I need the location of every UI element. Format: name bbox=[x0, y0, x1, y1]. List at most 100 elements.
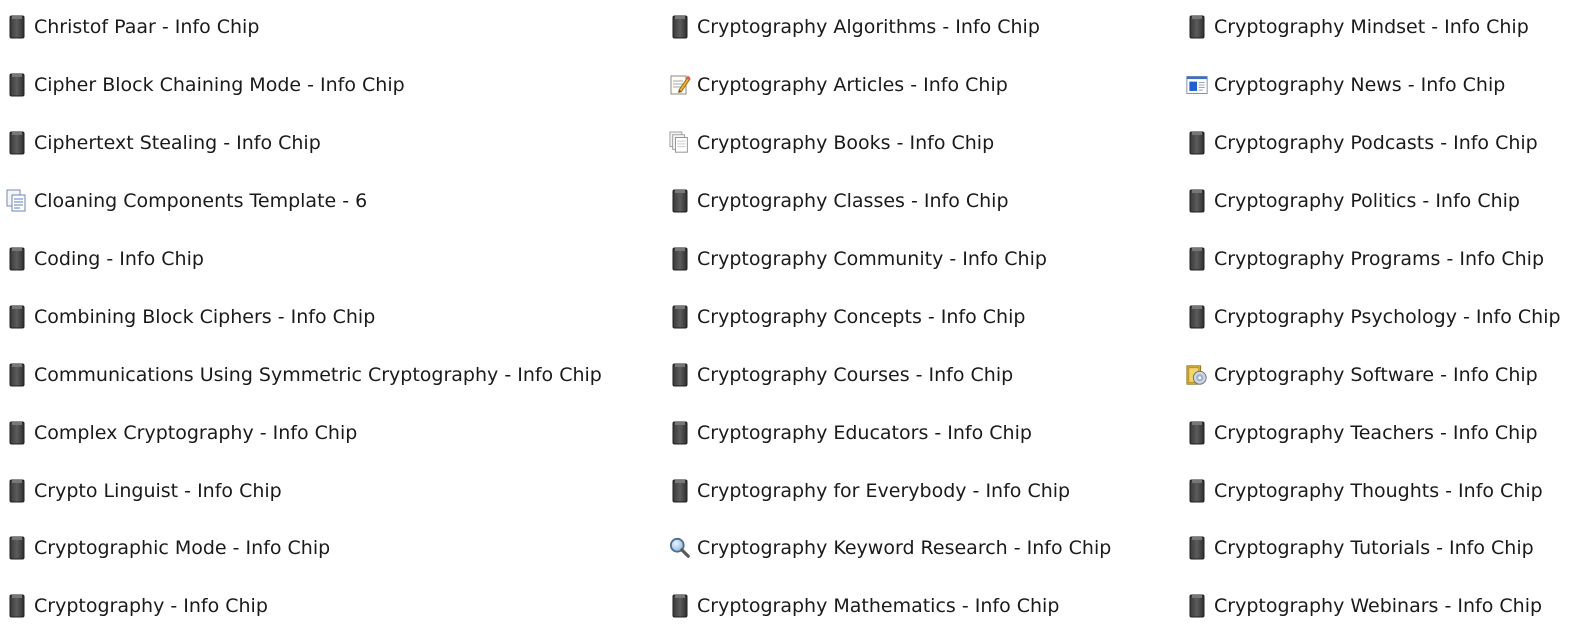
info-chip-file-icon bbox=[6, 246, 28, 272]
file-item-label: Cryptographic Mode - Info Chip bbox=[34, 537, 331, 559]
file-item[interactable]: Cryptography Algorithms - Info Chip bbox=[669, 11, 1040, 43]
file-item-label: Cryptography News - Info Chip bbox=[1214, 74, 1506, 96]
stacked-pages-icon bbox=[669, 130, 691, 156]
file-item[interactable]: Crypto Linguist - Info Chip bbox=[6, 475, 282, 507]
file-item-label: Cryptography Podcasts - Info Chip bbox=[1214, 132, 1538, 154]
file-item-label: Cryptography Educators - Info Chip bbox=[697, 422, 1032, 444]
info-chip-file-icon bbox=[669, 246, 691, 272]
file-item[interactable]: Cryptography Webinars - Info Chip bbox=[1186, 590, 1542, 622]
file-item[interactable]: Cipher Block Chaining Mode - Info Chip bbox=[6, 69, 405, 101]
file-item-label: Cryptography Webinars - Info Chip bbox=[1214, 595, 1543, 617]
file-item-label: Communications Using Symmetric Cryptogra… bbox=[34, 364, 602, 386]
file-item[interactable]: Cryptography Software - Info Chip bbox=[1186, 359, 1538, 391]
file-item-label: Cryptography Classes - Info Chip bbox=[697, 190, 1009, 212]
file-item-label: Cryptography Community - Info Chip bbox=[697, 248, 1047, 270]
info-chip-file-icon bbox=[1186, 246, 1208, 272]
file-item-label: Cryptography Teachers - Info Chip bbox=[1214, 422, 1538, 444]
news-window-icon bbox=[1186, 72, 1208, 98]
file-item[interactable]: Cryptography Keyword Research - Info Chi… bbox=[669, 532, 1111, 564]
file-item[interactable]: Cryptography - Info Chip bbox=[6, 590, 268, 622]
file-item[interactable]: Cryptography Mathematics - Info Chip bbox=[669, 590, 1059, 622]
file-item[interactable]: Cryptography Thoughts - Info Chip bbox=[1186, 475, 1543, 507]
file-item[interactable]: Cryptography Books - Info Chip bbox=[669, 127, 994, 159]
file-item[interactable]: Cryptography for Everybody - Info Chip bbox=[669, 475, 1070, 507]
file-item[interactable]: Christof Paar - Info Chip bbox=[6, 11, 259, 43]
file-item[interactable]: Cloaning Components Template - 6 bbox=[6, 185, 367, 217]
info-chip-file-icon bbox=[669, 593, 691, 619]
file-item[interactable]: Ciphertext Stealing - Info Chip bbox=[6, 127, 321, 159]
file-item-label: Coding - Info Chip bbox=[34, 248, 204, 270]
info-chip-file-icon bbox=[1186, 420, 1208, 446]
file-item-label: Combining Block Ciphers - Info Chip bbox=[34, 306, 376, 328]
file-item[interactable]: Cryptography Psychology - Info Chip bbox=[1186, 301, 1561, 333]
file-item-label: Crypto Linguist - Info Chip bbox=[34, 480, 282, 502]
file-item[interactable]: Combining Block Ciphers - Info Chip bbox=[6, 301, 375, 333]
file-item-label: Cryptography Keyword Research - Info Chi… bbox=[697, 537, 1112, 559]
file-item-label: Cryptography Concepts - Info Chip bbox=[697, 306, 1026, 328]
info-chip-file-icon bbox=[6, 478, 28, 504]
file-item-label: Cryptography Thoughts - Info Chip bbox=[1214, 480, 1543, 502]
file-item[interactable]: Coding - Info Chip bbox=[6, 243, 204, 275]
file-item-label: Ciphertext Stealing - Info Chip bbox=[34, 132, 321, 154]
file-item[interactable]: Cryptography Educators - Info Chip bbox=[669, 417, 1032, 449]
file-item[interactable]: Cryptography Classes - Info Chip bbox=[669, 185, 1009, 217]
info-chip-file-icon bbox=[669, 188, 691, 214]
file-item-label: Cloaning Components Template - 6 bbox=[34, 190, 368, 212]
file-item-label: Cryptography for Everybody - Info Chip bbox=[697, 480, 1071, 502]
info-chip-file-icon bbox=[669, 420, 691, 446]
file-item[interactable]: Complex Cryptography - Info Chip bbox=[6, 417, 357, 449]
info-chip-file-icon bbox=[6, 535, 28, 561]
file-item-label: Cryptography - Info Chip bbox=[34, 595, 268, 617]
magnifier-icon bbox=[669, 535, 691, 561]
file-item-label: Christof Paar - Info Chip bbox=[34, 16, 260, 38]
file-item[interactable]: Cryptography Politics - Info Chip bbox=[1186, 185, 1520, 217]
info-chip-file-icon bbox=[669, 362, 691, 388]
file-item-label: Cryptography Politics - Info Chip bbox=[1214, 190, 1520, 212]
file-item[interactable]: Cryptography Teachers - Info Chip bbox=[1186, 417, 1538, 449]
info-chip-file-icon bbox=[669, 304, 691, 330]
info-chip-file-icon bbox=[6, 72, 28, 98]
file-item[interactable]: Communications Using Symmetric Cryptogra… bbox=[6, 359, 602, 391]
file-item-label: Cipher Block Chaining Mode - Info Chip bbox=[34, 74, 405, 96]
info-chip-file-icon bbox=[1186, 304, 1208, 330]
info-chip-file-icon bbox=[669, 478, 691, 504]
document-pages-icon bbox=[6, 188, 28, 214]
file-item[interactable]: Cryptography Podcasts - Info Chip bbox=[1186, 127, 1538, 159]
file-item[interactable]: Cryptographic Mode - Info Chip bbox=[6, 532, 330, 564]
info-chip-file-icon bbox=[6, 14, 28, 40]
software-disc-icon bbox=[1186, 362, 1208, 388]
info-chip-file-icon bbox=[6, 304, 28, 330]
info-chip-file-icon bbox=[6, 130, 28, 156]
file-item[interactable]: Cryptography Mindset - Info Chip bbox=[1186, 11, 1529, 43]
info-chip-file-icon bbox=[6, 420, 28, 446]
file-item-label: Cryptography Software - Info Chip bbox=[1214, 364, 1538, 386]
info-chip-file-icon bbox=[1186, 478, 1208, 504]
info-chip-file-icon bbox=[1186, 535, 1208, 561]
file-item[interactable]: Cryptography Concepts - Info Chip bbox=[669, 301, 1025, 333]
info-chip-file-icon bbox=[1186, 130, 1208, 156]
file-item-label: Cryptography Mindset - Info Chip bbox=[1214, 16, 1529, 38]
file-item[interactable]: Cryptography Community - Info Chip bbox=[669, 243, 1047, 275]
info-chip-file-icon bbox=[1186, 188, 1208, 214]
file-item-label: Cryptography Courses - Info Chip bbox=[697, 364, 1014, 386]
file-item-label: Cryptography Mathematics - Info Chip bbox=[697, 595, 1060, 617]
file-item-label: Cryptography Psychology - Info Chip bbox=[1214, 306, 1561, 328]
file-item-label: Cryptography Algorithms - Info Chip bbox=[697, 16, 1040, 38]
file-item[interactable]: Cryptography Courses - Info Chip bbox=[669, 359, 1013, 391]
info-chip-file-icon bbox=[6, 593, 28, 619]
info-chip-file-icon bbox=[6, 362, 28, 388]
file-item[interactable]: Cryptography Articles - Info Chip bbox=[669, 69, 1008, 101]
file-item[interactable]: Cryptography News - Info Chip bbox=[1186, 69, 1505, 101]
notepad-pencil-icon bbox=[669, 72, 691, 98]
file-item-label: Complex Cryptography - Info Chip bbox=[34, 422, 358, 444]
file-list: Christof Paar - Info Chip Cipher Block Ch… bbox=[0, 0, 1571, 631]
file-item-label: Cryptography Articles - Info Chip bbox=[697, 74, 1008, 96]
file-item[interactable]: Cryptography Programs - Info Chip bbox=[1186, 243, 1544, 275]
file-item[interactable]: Cryptography Tutorials - Info Chip bbox=[1186, 532, 1534, 564]
file-item-label: Cryptography Books - Info Chip bbox=[697, 132, 995, 154]
file-item-label: Cryptography Programs - Info Chip bbox=[1214, 248, 1545, 270]
info-chip-file-icon bbox=[669, 14, 691, 40]
info-chip-file-icon bbox=[1186, 593, 1208, 619]
info-chip-file-icon bbox=[1186, 14, 1208, 40]
file-item-label: Cryptography Tutorials - Info Chip bbox=[1214, 537, 1534, 559]
